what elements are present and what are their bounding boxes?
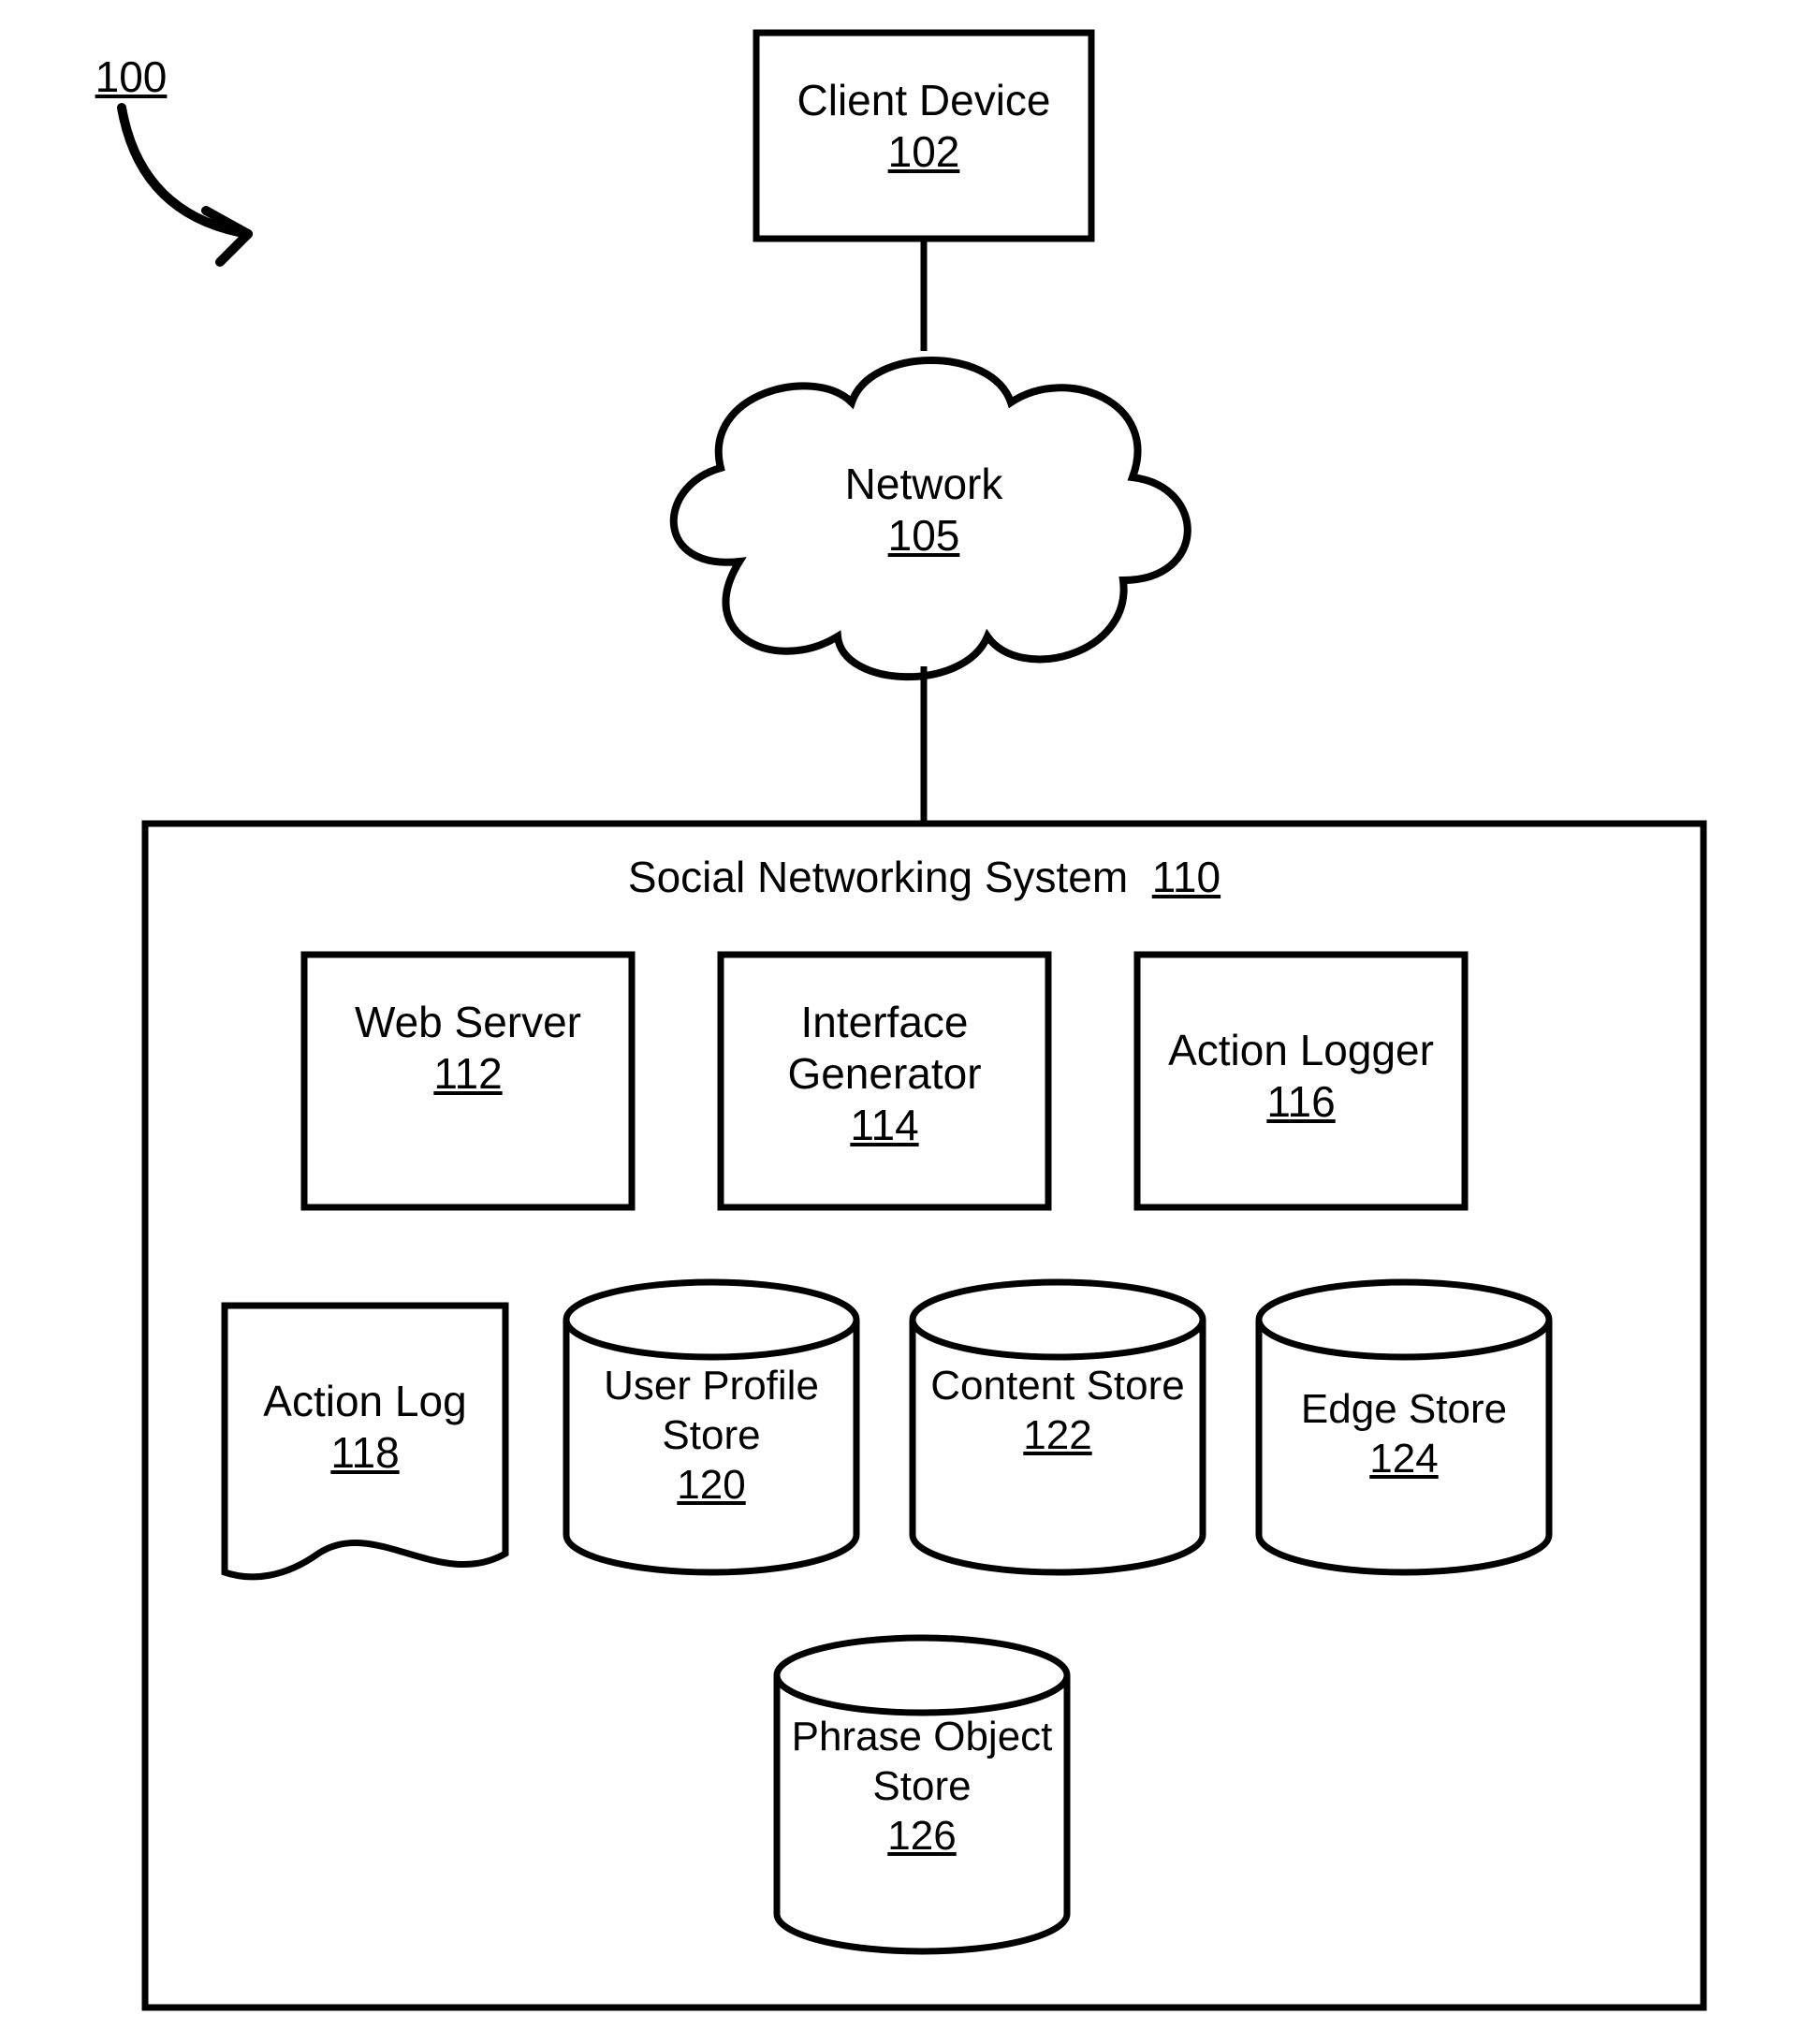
phrase-object-store-ref: 126 (887, 1813, 956, 1859)
edge-store-label: Edge Store 124 (1259, 1385, 1549, 1484)
diagram-canvas: 100 Client Device 102 Network 105 Social… (0, 0, 1798, 2044)
network-label: Network 105 (783, 459, 1064, 562)
system-title-text: Social Networking System (628, 853, 1128, 901)
interface-generator-ref: 114 (850, 1101, 918, 1149)
action-log-label: Action Log 118 (225, 1376, 505, 1479)
client-device-label: Client Device 102 (756, 75, 1091, 178)
user-profile-store-ref: 120 (677, 1462, 745, 1508)
system-title-ref: 110 (1152, 853, 1221, 901)
network-ref: 105 (888, 511, 960, 560)
action-logger-label: Action Logger 116 (1137, 1025, 1465, 1128)
figure-ref-arrow (122, 108, 248, 262)
client-device-ref: 102 (888, 127, 960, 176)
action-log-text: Action Log (263, 1377, 466, 1425)
web-server-ref: 112 (433, 1049, 502, 1098)
action-logger-text: Action Logger (1168, 1026, 1434, 1074)
phrase-object-store-label: Phrase Object Store 126 (777, 1713, 1067, 1861)
content-store-label: Content Store 122 (913, 1362, 1203, 1461)
content-store-text: Content Store (930, 1363, 1185, 1409)
action-log-ref: 118 (330, 1428, 399, 1477)
user-profile-store-text: User Profile Store (604, 1363, 819, 1458)
system-title-label: Social Networking System 110 (145, 852, 1703, 903)
user-profile-store-label: User Profile Store 120 (566, 1362, 856, 1510)
figure-ref-label: 100 (75, 51, 187, 103)
edge-store-ref: 124 (1369, 1436, 1438, 1482)
figure-ref-num: 100 (95, 52, 168, 101)
edge-store-text: Edge Store (1301, 1386, 1507, 1432)
action-logger-ref: 116 (1266, 1077, 1335, 1126)
web-server-label: Web Server 112 (304, 997, 632, 1100)
phrase-object-store-text: Phrase Object Store (792, 1714, 1053, 1809)
interface-generator-text: Interface Generator (787, 998, 981, 1098)
web-server-text: Web Server (355, 998, 581, 1046)
interface-generator-label: Interface Generator 114 (721, 997, 1048, 1152)
network-text: Network (845, 460, 1003, 508)
content-store-ref: 122 (1023, 1412, 1091, 1458)
client-device-text: Client Device (797, 76, 1051, 124)
